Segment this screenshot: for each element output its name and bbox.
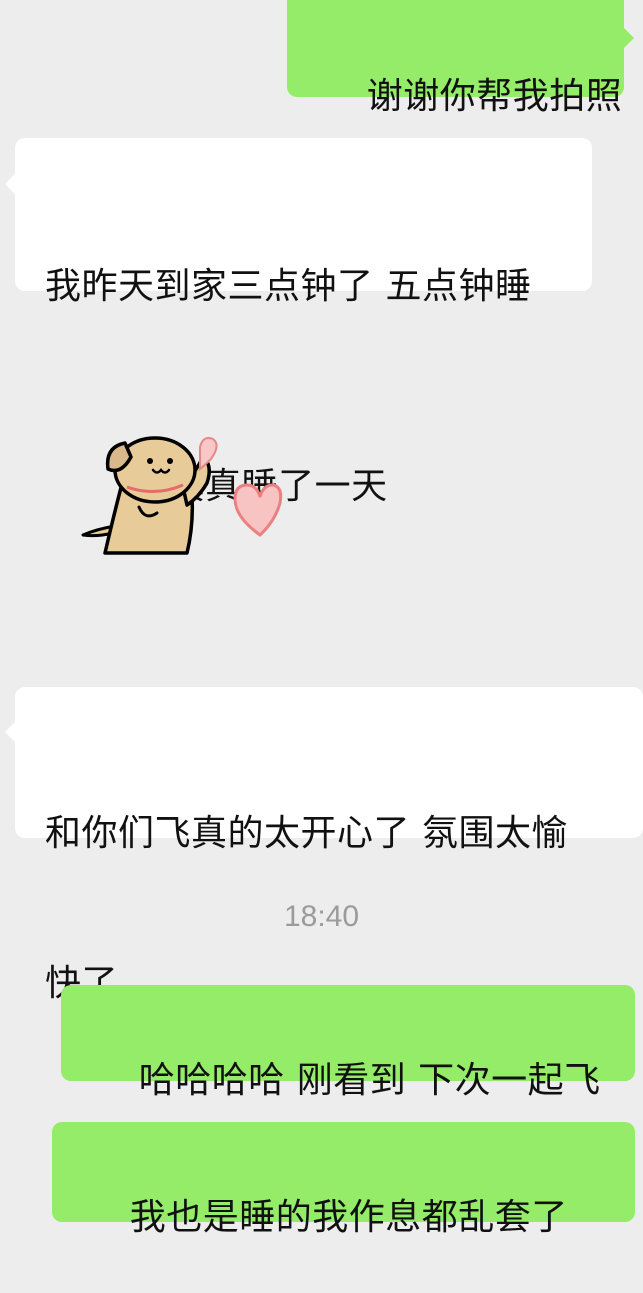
- message-text: 谢谢你帮我拍照: [366, 76, 623, 117]
- outgoing-message-bubble[interactable]: 哈哈哈哈 刚看到 下次一起飞: [61, 985, 635, 1101]
- puppy-sticker[interactable]: [75, 425, 290, 560]
- bubble-tail: [624, 28, 634, 48]
- outgoing-message-bubble[interactable]: 我也是睡的我作息都乱套了: [52, 1122, 635, 1238]
- incoming-message-bubble[interactable]: 我昨天到家三点钟了 五点钟睡 真真睡了一天: [15, 138, 592, 507]
- bubble-tail: [5, 722, 15, 742]
- message-text: 我也是睡的我作息都乱套了: [129, 1197, 568, 1238]
- incoming-message-bubble[interactable]: 和你们飞真的太开心了 氛围太愉 快了: [15, 687, 643, 1004]
- message-text-line-1: 我昨天到家三点钟了 五点钟睡: [45, 266, 532, 307]
- timestamp: 18:40: [283, 900, 360, 933]
- message-text-line-1: 和你们飞真的太开心了 氛围太愉: [45, 813, 568, 854]
- chat-view: 谢谢你帮我拍照 我昨天到家三点钟了 五点钟睡 真真睡了一天: [0, 0, 643, 1238]
- outgoing-message-bubble[interactable]: 谢谢你帮我拍照: [287, 0, 624, 117]
- message-text: 哈哈哈哈 刚看到 下次一起飞: [138, 1060, 601, 1101]
- bubble-tail: [5, 174, 15, 194]
